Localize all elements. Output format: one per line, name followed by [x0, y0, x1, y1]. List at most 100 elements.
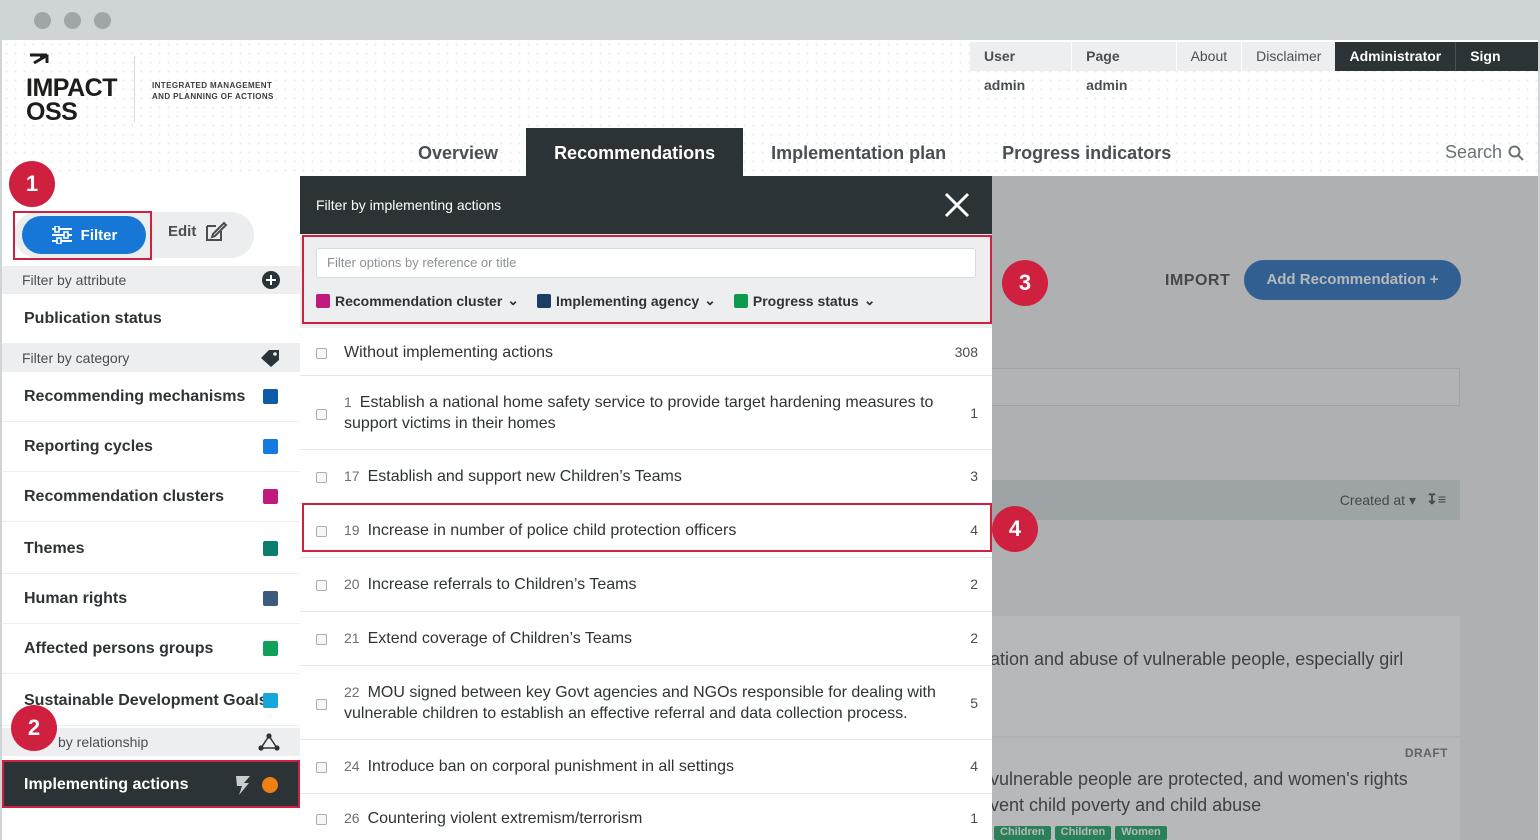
tab-recommendations[interactable]: Recommendations: [526, 128, 744, 176]
section-label: Filter by attribute: [22, 272, 127, 288]
option-row[interactable]: 22 MOU signed between key Govt agencies a…: [300, 666, 992, 740]
option-row[interactable]: Without implementing actions 308: [300, 328, 992, 376]
annotation-box-filter: [13, 211, 152, 260]
option-count: 2: [970, 630, 978, 646]
option-title: 1 Establish a national home safety servic…: [344, 392, 944, 434]
sidebar-item-label: Recommending mechanisms: [24, 388, 246, 405]
option-count: 1: [970, 405, 978, 421]
category-color-swatch: [263, 641, 278, 656]
option-row[interactable]: 1 Establish a national home safety servic…: [300, 376, 992, 450]
option-count: 5: [970, 695, 978, 711]
option-ref: 24: [344, 758, 360, 774]
option-checkbox[interactable]: [316, 699, 327, 710]
tab-progress-indicators[interactable]: Progress indicators: [974, 128, 1199, 176]
option-row[interactable]: 24 Introduce ban on corporal punishment i…: [300, 740, 992, 794]
sidebar-item-affected-persons-groups[interactable]: Affected persons groups: [2, 624, 300, 674]
option-ref: 17: [344, 468, 360, 484]
browser-titlebar: [0, 0, 1540, 40]
filter-by-attribute-header: Filter by attribute: [2, 266, 300, 294]
sidebar-item-publication-status[interactable]: Publication status: [2, 294, 300, 344]
option-count: 2: [970, 576, 978, 592]
impact-oss-logo[interactable]: IMPACT OSS: [24, 52, 134, 130]
option-count: 1: [970, 810, 978, 826]
sidebar-item-reporting-cycles[interactable]: Reporting cycles: [2, 422, 300, 472]
tagline-line-1: INTEGRATED MANAGEMENT: [152, 81, 273, 90]
edit-button[interactable]: Edit: [168, 220, 228, 242]
annotation-badge-2: 2: [11, 705, 57, 751]
network-icon: [258, 733, 280, 751]
option-title-text: Without implementing actions: [344, 344, 553, 361]
sidebar-item-recommending-mechanisms[interactable]: Recommending mechanisms: [2, 372, 300, 422]
option-count: 4: [970, 758, 978, 774]
logo-line-1: IMPACT: [26, 74, 117, 102]
category-color-swatch: [263, 541, 278, 556]
annotation-badge-3: 3: [1002, 260, 1048, 306]
filter-by-category-header: Filter by category: [2, 344, 300, 372]
category-color-swatch: [263, 439, 278, 454]
option-row[interactable]: 21 Extend coverage of Children’s Teams 2: [300, 612, 992, 666]
option-checkbox[interactable]: [316, 814, 327, 825]
search-label: Search: [1444, 142, 1502, 162]
option-checkbox[interactable]: [316, 580, 327, 591]
sidebar-item-label: Sustainable Development Goals: [24, 692, 268, 709]
option-title: 21 Extend coverage of Children’s Teams: [344, 628, 944, 649]
window-dot-minimize[interactable]: [64, 12, 81, 29]
nav-disclaimer[interactable]: Disclaimer: [1242, 42, 1336, 71]
option-checkbox[interactable]: [316, 472, 327, 483]
section-label: Filter by category: [22, 350, 130, 366]
nav-about[interactable]: About: [1176, 42, 1242, 71]
option-row[interactable]: 20 Increase referrals to Children’s Teams…: [300, 558, 992, 612]
logo-divider: [134, 56, 135, 122]
tag-icon: [261, 350, 279, 367]
close-icon[interactable]: [944, 192, 970, 218]
option-checkbox[interactable]: [316, 634, 327, 645]
tagline: INTEGRATED MANAGEMENT AND PLANNING OF AC…: [152, 80, 274, 102]
option-row[interactable]: 17 Establish and support new Children’s T…: [300, 450, 992, 504]
nav-administrator[interactable]: Administrator: [1335, 42, 1456, 71]
option-title-text: Introduce ban on corporal punishment in …: [367, 758, 735, 775]
filter-panel-title: Filter by implementing actions: [316, 197, 502, 213]
nav-user-admin[interactable]: User admin: [970, 42, 1072, 93]
browser-frame: IMPACT OSS INTEGRATED MANAGEMENT AND PLA…: [0, 0, 1540, 840]
annotation-box-filter-options: [302, 235, 992, 324]
category-color-swatch: [263, 389, 278, 404]
tab-implementation-plan[interactable]: Implementation plan: [743, 128, 974, 176]
option-title-text: Increase referrals to Children’s Teams: [367, 576, 637, 593]
category-color-swatch: [263, 693, 278, 708]
option-checkbox[interactable]: [316, 409, 327, 420]
search-link[interactable]: Search: [1445, 142, 1524, 163]
option-title: 22 MOU signed between key Govt agencies a…: [344, 682, 944, 724]
option-row[interactable]: 26 Countering violent extremism/terrorism…: [300, 794, 992, 840]
add-circle-icon[interactable]: [262, 271, 280, 289]
tab-overview[interactable]: Overview: [390, 128, 526, 176]
nav-sign-out[interactable]: Sign out: [1456, 42, 1538, 93]
window-dot-maximize[interactable]: [94, 12, 111, 29]
option-title-text: Establish a national home safety service…: [344, 394, 934, 432]
sidebar-item-label: Reporting cycles: [24, 438, 153, 455]
window-dot-close[interactable]: [34, 12, 51, 29]
edit-button-label: Edit: [168, 222, 197, 240]
logo-line-2: OSS: [26, 98, 78, 126]
annotation-badge-1: 1: [9, 161, 55, 207]
option-title: Without implementing actions: [344, 342, 944, 363]
option-ref: 1: [344, 394, 352, 410]
option-count: 3: [970, 468, 978, 484]
option-ref: 26: [344, 810, 360, 826]
category-color-swatch: [263, 591, 278, 606]
annotation-box-implementing-actions: [2, 760, 300, 808]
sidebar-item-recommendation-clusters[interactable]: Recommendation clusters: [2, 472, 300, 522]
top-nav: User admin Page admin About Disclaimer A…: [970, 42, 1538, 93]
annotation-badge-4: 4: [992, 506, 1038, 552]
option-ref: 22: [344, 684, 360, 700]
sidebar-item-themes[interactable]: Themes: [2, 524, 300, 574]
main-nav: Overview Recommendations Implementation …: [390, 128, 1199, 176]
sidebar-item-human-rights[interactable]: Human rights: [2, 574, 300, 624]
nav-page-admin[interactable]: Page admin: [1072, 42, 1176, 93]
option-ref: 20: [344, 576, 360, 592]
option-checkbox[interactable]: [316, 762, 327, 773]
sidebar-item-label: Affected persons groups: [24, 640, 214, 657]
option-checkbox[interactable]: [316, 348, 327, 359]
option-title: 26 Countering violent extremism/terrorism: [344, 808, 944, 829]
option-ref: 21: [344, 630, 360, 646]
site-header: IMPACT OSS INTEGRATED MANAGEMENT AND PLA…: [2, 40, 1538, 176]
